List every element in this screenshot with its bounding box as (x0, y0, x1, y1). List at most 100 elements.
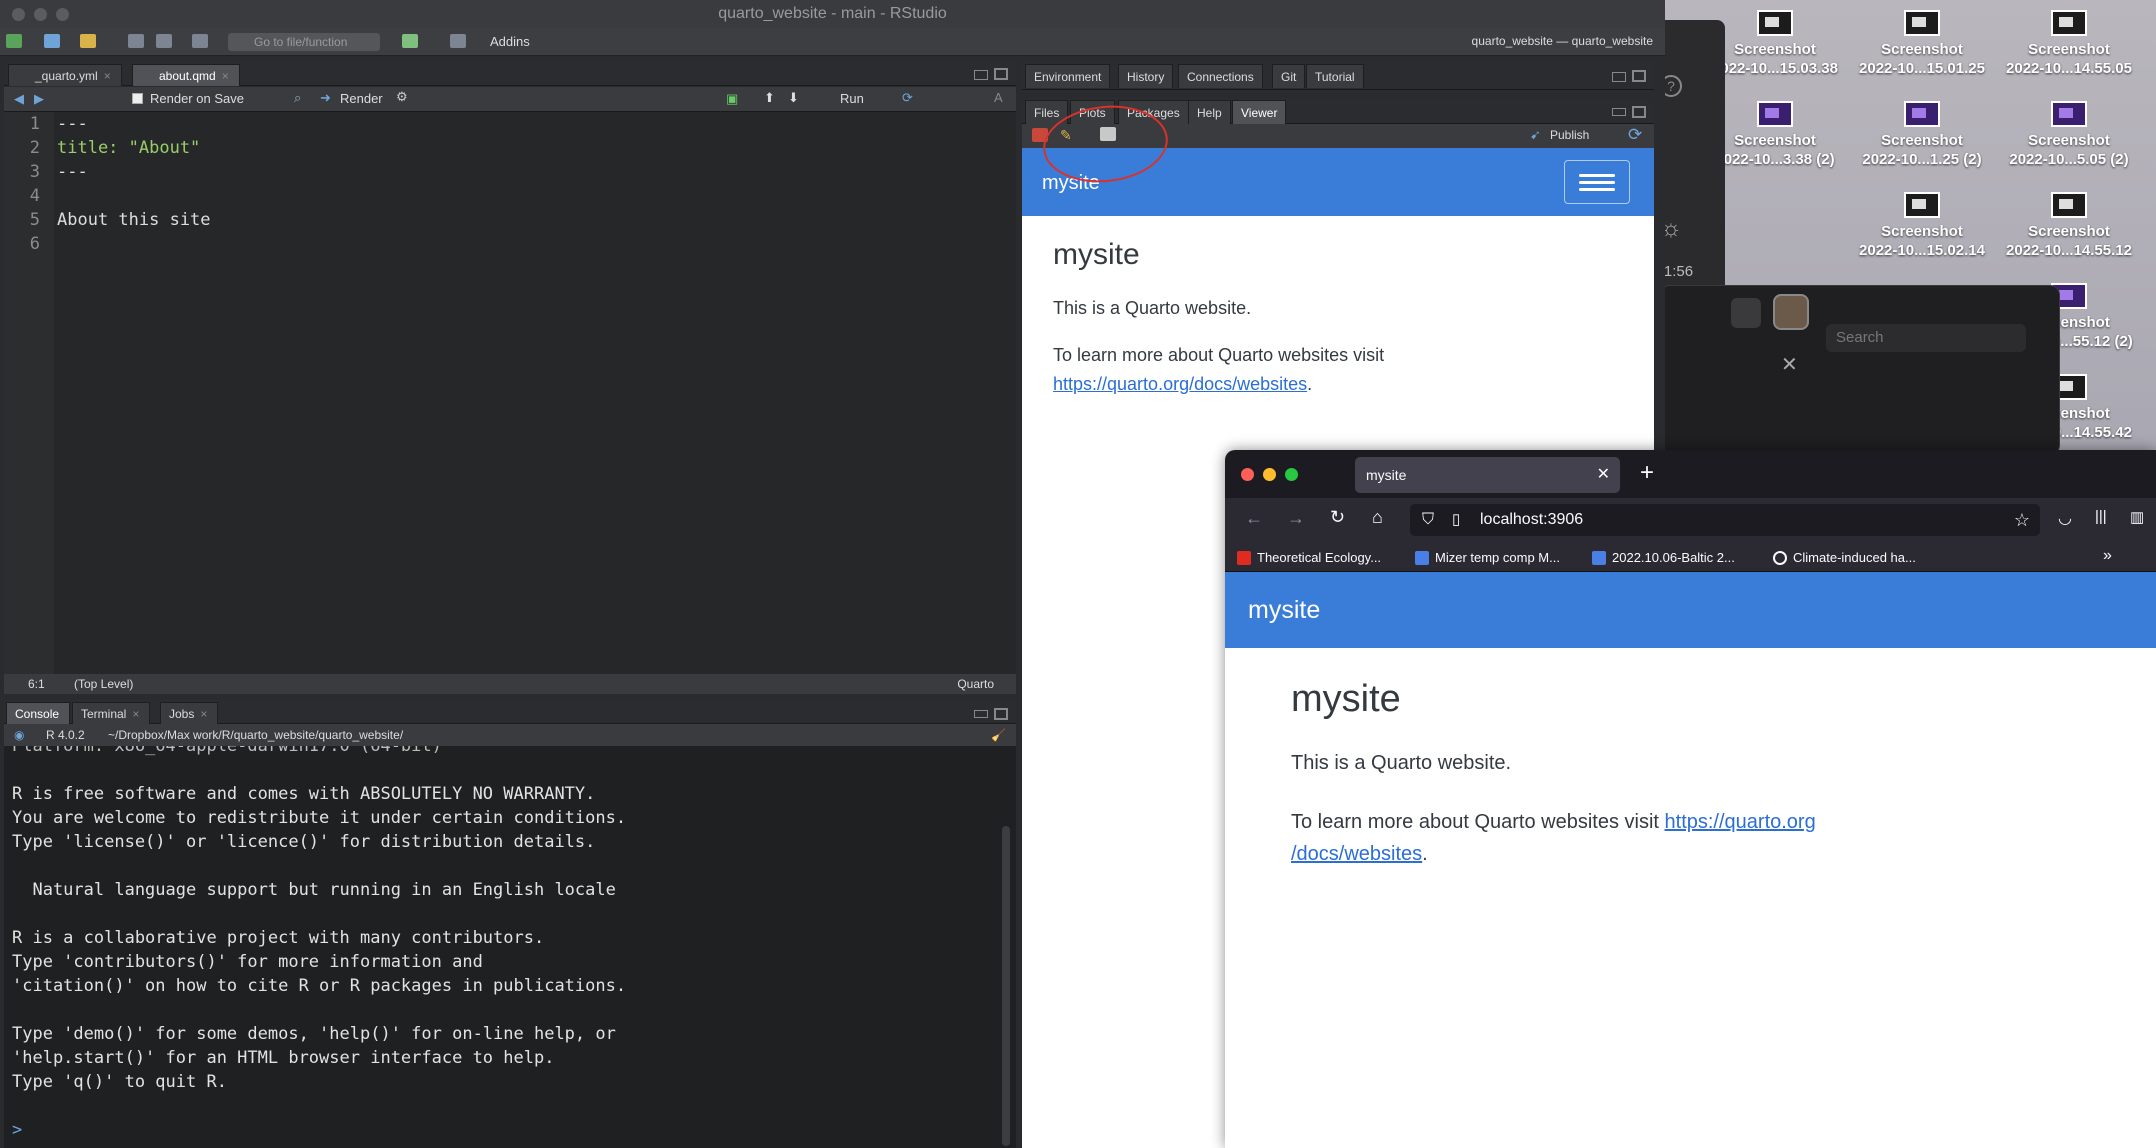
pocket-icon[interactable]: ◡ (2058, 508, 2072, 528)
desktop-file-icon[interactable]: Screenshot 2022-10...5.05 (2) (1994, 101, 2144, 169)
shield-icon[interactable]: ⛉ (1422, 504, 1434, 536)
render-on-save-checkbox[interactable] (132, 93, 143, 104)
desktop-file-icon[interactable]: Screenshot 2022-10...14.55.12 (1994, 192, 2144, 260)
project-menu[interactable]: quarto_website — quarto_website (1425, 34, 1653, 48)
save-icon[interactable] (128, 34, 144, 48)
goto-file-input[interactable]: Go to file/function (228, 33, 380, 51)
minimize-window-button[interactable] (1263, 468, 1276, 481)
up-arrow-icon[interactable]: ⬆ (764, 90, 775, 106)
minimize-pane-icon[interactable] (1612, 108, 1626, 116)
console-output[interactable]: Platform: x86_64-apple-darwin17.0 (64-bi… (4, 746, 1016, 1148)
rerun-icon[interactable]: ⟳ (902, 90, 913, 106)
save-all-icon[interactable] (156, 34, 172, 48)
bookmark-item[interactable]: Theoretical Ecology... (1237, 550, 1381, 566)
tab-viewer[interactable]: Viewer (1232, 100, 1287, 124)
tab-history[interactable]: History (1118, 64, 1174, 88)
new-tab-icon[interactable]: + (1640, 459, 1654, 487)
close-window-button[interactable] (12, 8, 25, 21)
tab-quarto-yml[interactable]: _quarto.yml × (8, 64, 122, 86)
render-button[interactable]: Render (340, 91, 383, 106)
print-icon[interactable] (192, 34, 208, 48)
quarto-docs-link-continued[interactable]: /docs/websites (1291, 843, 1422, 865)
publish-button[interactable]: Publish (1550, 128, 1589, 142)
insert-chunk-icon[interactable]: ▣ (726, 91, 738, 107)
desktop-file-icon[interactable]: Screenshot 2022-10...1.25 (2) (1847, 101, 1997, 169)
git-icon[interactable] (402, 34, 418, 48)
run-button[interactable]: Run (840, 91, 864, 106)
layout-icon[interactable] (450, 34, 466, 48)
tab-terminal[interactable]: Terminal × (72, 702, 151, 724)
open-file-icon[interactable] (80, 34, 96, 48)
refresh-icon[interactable]: ⟳ (1628, 125, 1642, 145)
back-arrow-icon[interactable]: ◀ (14, 91, 24, 107)
browser-tab[interactable]: mysite ✕ (1355, 457, 1620, 493)
console-scrollbar[interactable] (1002, 826, 1010, 1146)
hamburger-menu-button[interactable] (1564, 160, 1630, 204)
close-icon[interactable]: × (132, 707, 139, 721)
avatar[interactable] (1773, 294, 1809, 330)
down-arrow-icon[interactable]: ⬇ (788, 90, 799, 106)
clear-console-icon[interactable]: 🧹 (991, 724, 1006, 746)
bookmark-item[interactable]: 2022.10.06-Baltic 2... (1592, 550, 1735, 566)
gear-icon[interactable]: ⚙ (396, 89, 408, 105)
back-icon[interactable]: ← (1245, 508, 1263, 529)
desktop-file-icon[interactable]: Screenshot 2022-10...14.55.05 (1994, 10, 2144, 78)
zoom-window-button[interactable] (1285, 468, 1298, 481)
quarto-docs-link[interactable]: https://quarto.org (1665, 811, 1816, 833)
home-icon[interactable]: ⌂ (1372, 507, 1383, 528)
page-info-icon[interactable]: ▯ (1452, 504, 1460, 536)
format-icon[interactable]: A (994, 90, 1003, 105)
render-icon[interactable]: ➜ (320, 90, 331, 106)
restore-pane-icon[interactable] (1612, 72, 1626, 82)
tab-tutorial[interactable]: Tutorial (1306, 64, 1364, 88)
url-text: localhost:3906 (1480, 511, 1584, 528)
site-brand[interactable]: mysite (1248, 596, 1320, 625)
bookmark-item[interactable]: Mizer temp comp M... (1415, 550, 1560, 566)
more-bookmarks-icon[interactable]: » (2103, 547, 2112, 565)
maximize-pane-icon[interactable] (1632, 70, 1646, 82)
tab-help[interactable]: Help (1188, 100, 1231, 124)
minimize-pane-icon[interactable] (974, 710, 988, 718)
tab-environment[interactable]: Environment (1025, 64, 1111, 88)
publish-icon[interactable]: ➹ (1530, 127, 1541, 143)
new-project-icon[interactable] (44, 34, 60, 48)
close-icon[interactable]: ✕ (1781, 352, 1798, 377)
code-editor[interactable]: 1 2 3 4 5 6 --- title: "About" --- About… (4, 112, 1016, 674)
close-icon[interactable]: × (222, 69, 229, 83)
tab-git[interactable]: Git (1272, 64, 1306, 88)
sidebar-icon[interactable]: ▥ (2130, 508, 2144, 526)
tab-about-qmd[interactable]: about.qmd × (132, 64, 240, 86)
desktop-file-icon[interactable]: Screenshot 2022-10...15.02.14 (1847, 192, 1997, 260)
new-file-icon[interactable] (6, 34, 22, 48)
minimize-window-button[interactable] (34, 8, 47, 21)
zoom-window-button[interactable] (56, 8, 69, 21)
forward-arrow-icon[interactable]: ▶ (34, 91, 44, 107)
scope-selector[interactable]: (Top Level) (74, 674, 133, 694)
search-icon[interactable]: ⌕ (294, 90, 301, 106)
url-bar[interactable]: ⛉ ▯ localhost:3906 ☆ (1410, 504, 2040, 536)
minimize-pane-icon[interactable] (974, 70, 988, 80)
close-icon[interactable]: × (104, 69, 111, 83)
tab-jobs[interactable]: Jobs × (160, 702, 219, 724)
library-icon[interactable]: ||| (2095, 508, 2107, 525)
close-icon[interactable]: × (200, 707, 207, 721)
close-tab-icon[interactable]: ✕ (1597, 457, 1610, 493)
maximize-pane-icon[interactable] (1632, 106, 1646, 118)
lock-icon[interactable] (1731, 298, 1761, 328)
close-window-button[interactable] (1241, 468, 1254, 481)
filetype-selector[interactable]: Quarto (957, 674, 994, 694)
forward-icon[interactable]: → (1287, 508, 1305, 529)
desktop-file-icon[interactable]: Screenshot 2022-10...15.01.25 (1847, 10, 1997, 78)
bookmark-item[interactable]: Climate-induced ha... (1773, 550, 1916, 566)
maximize-pane-icon[interactable] (994, 68, 1008, 80)
tab-connections[interactable]: Connections (1178, 64, 1263, 88)
reload-icon[interactable]: ↻ (1330, 507, 1345, 528)
addins-menu[interactable]: Addins (490, 34, 530, 49)
console-prompt[interactable]: > (12, 1118, 22, 1142)
maximize-pane-icon[interactable] (994, 708, 1008, 720)
tab-console[interactable]: Console (6, 702, 71, 724)
working-directory[interactable]: ~/Dropbox/Max work/R/quarto_website/quar… (108, 724, 403, 746)
bookmark-star-icon[interactable]: ☆ (2014, 504, 2030, 536)
search-input[interactable]: Search (1826, 324, 2026, 352)
quarto-docs-link[interactable]: https://quarto.org/docs/websites (1053, 374, 1307, 394)
